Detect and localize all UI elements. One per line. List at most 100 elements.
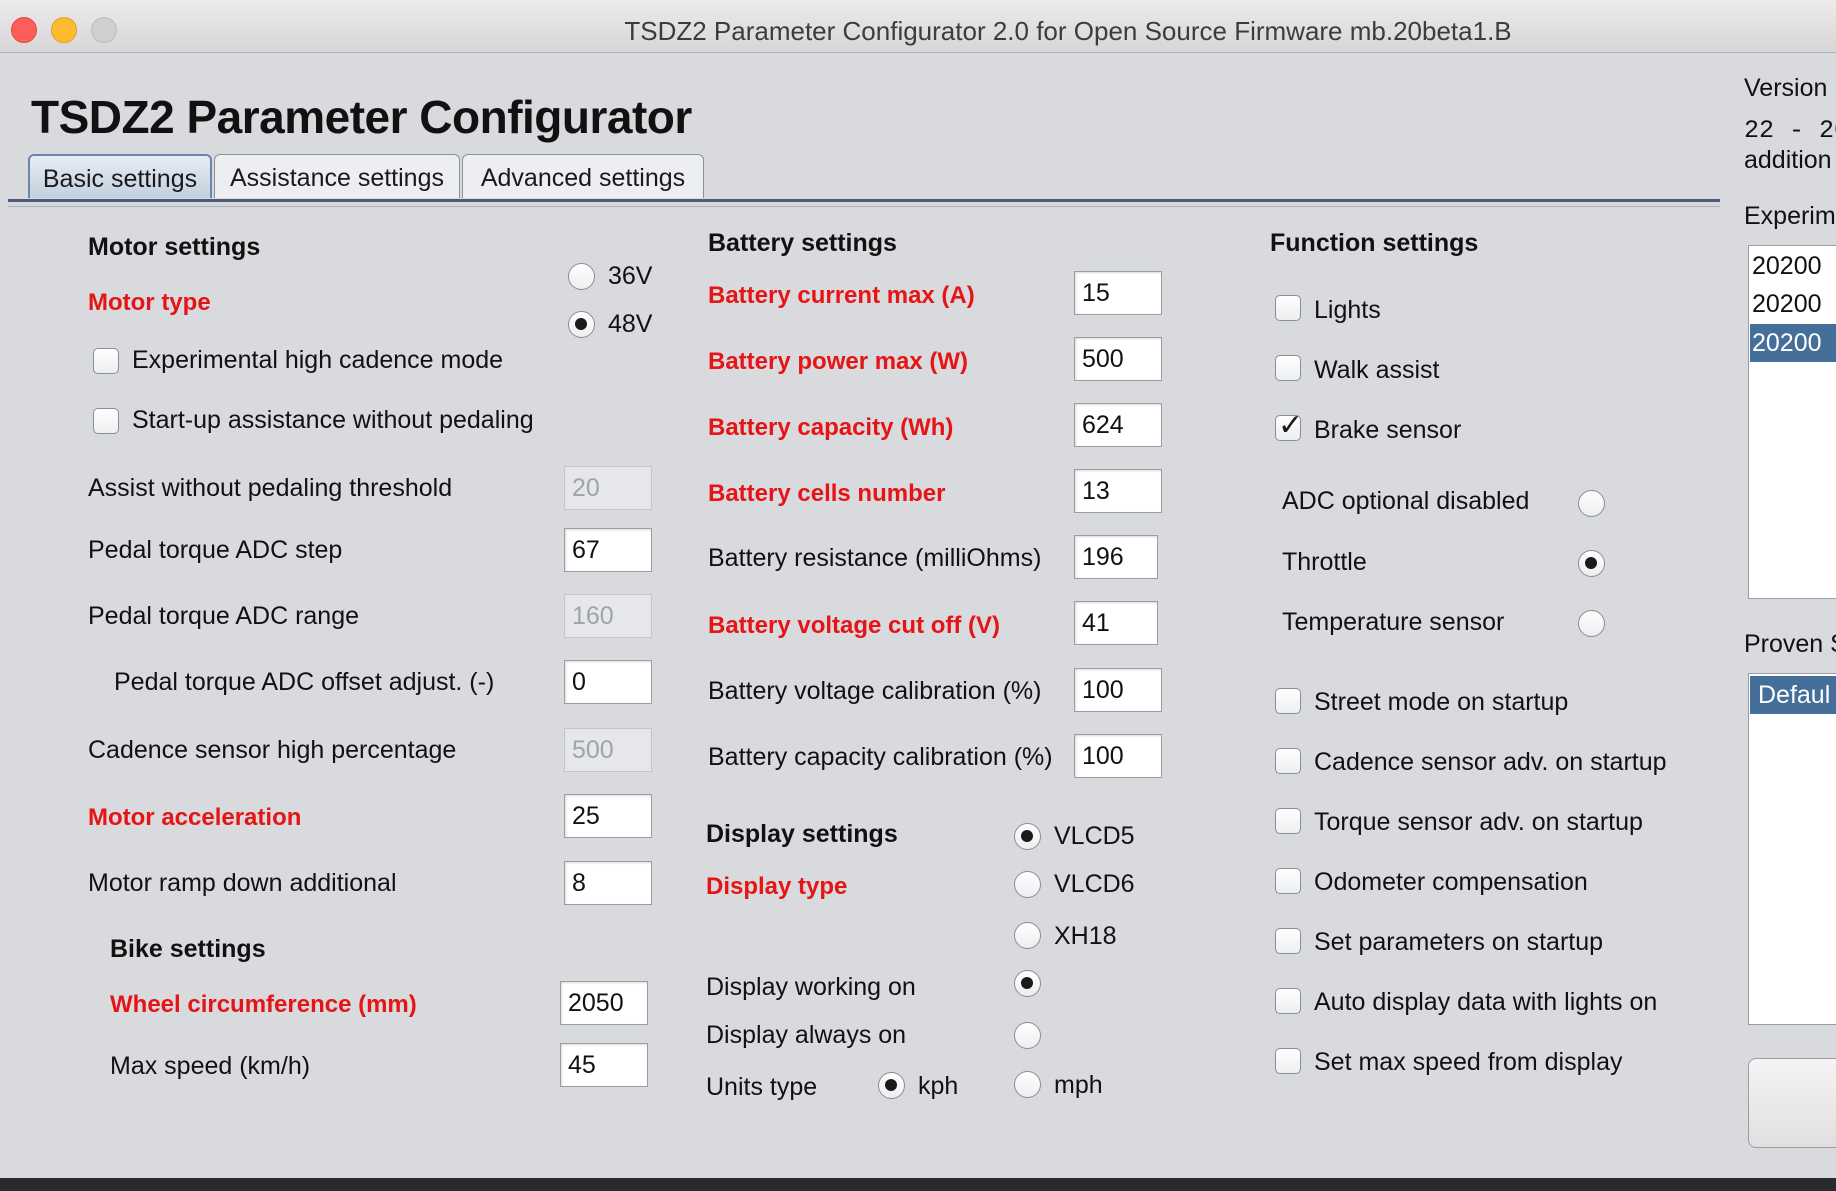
- torque-adv-checkbox[interactable]: [1275, 808, 1301, 834]
- voltage-36v-radio[interactable]: [568, 263, 595, 290]
- torque-range-field: 160: [564, 594, 652, 638]
- version-line-1: 22 - 20: [1744, 116, 1836, 145]
- startup-assist-checkbox[interactable]: [93, 408, 119, 434]
- voltage-48v-label: 48V: [608, 310, 653, 338]
- adc-disabled-radio[interactable]: [1578, 490, 1605, 517]
- battery-resistance-label: Battery resistance (milliOhms): [708, 544, 1042, 572]
- battery-cells-label: Battery cells number: [708, 480, 946, 507]
- wheel-circumference-field[interactable]: 2050: [560, 981, 648, 1025]
- max-speed-label: Max speed (km/h): [110, 1052, 311, 1080]
- version-line-2: addition: [1744, 146, 1832, 174]
- display-always-on-radio[interactable]: [1014, 1022, 1041, 1049]
- capacity-calibration-field[interactable]: 100: [1074, 734, 1162, 778]
- function-settings-header: Function settings: [1270, 229, 1479, 257]
- units-mph-radio[interactable]: [1014, 1071, 1041, 1098]
- throttle-radio[interactable]: [1578, 550, 1605, 577]
- voltage-calibration-field[interactable]: 100: [1074, 668, 1162, 712]
- walk-assist-label: Walk assist: [1314, 356, 1440, 384]
- battery-cutoff-label: Battery voltage cut off (V): [708, 612, 1001, 639]
- odometer-label: Odometer compensation: [1314, 868, 1588, 896]
- experimental-cadence-checkbox[interactable]: [93, 348, 119, 374]
- set-max-speed-checkbox[interactable]: [1275, 1048, 1301, 1074]
- window-title: TSDZ2 Parameter Configurator 2.0 for Ope…: [624, 16, 1512, 46]
- temperature-sensor-radio[interactable]: [1578, 610, 1605, 637]
- battery-current-label: Battery current max (A): [708, 282, 975, 309]
- set-params-checkbox[interactable]: [1275, 928, 1301, 954]
- battery-current-field[interactable]: 15: [1074, 271, 1162, 315]
- motor-type-label: Motor type: [88, 289, 211, 316]
- units-kph-radio[interactable]: [878, 1072, 905, 1099]
- battery-settings-header: Battery settings: [708, 229, 897, 257]
- app-title: TSDZ2 Parameter Configurator: [31, 91, 692, 143]
- street-mode-label: Street mode on startup: [1314, 688, 1569, 716]
- walk-assist-checkbox[interactable]: [1275, 355, 1301, 381]
- tab-divider-shadow: [8, 206, 1720, 207]
- voltage-calibration-label: Battery voltage calibration (%): [708, 677, 1042, 705]
- torque-step-label: Pedal torque ADC step: [88, 536, 343, 564]
- voltage-48v-radio[interactable]: [568, 311, 595, 338]
- experimental-list-item-selected[interactable]: 20200: [1750, 324, 1836, 362]
- proven-list[interactable]: [1748, 673, 1836, 1025]
- units-kph-label: kph: [918, 1072, 959, 1100]
- voltage-36v-label: 36V: [608, 262, 653, 290]
- units-mph-label: mph: [1054, 1071, 1103, 1099]
- display-xh18-label: XH18: [1054, 922, 1117, 950]
- assist-threshold-field: 20: [564, 466, 652, 510]
- tab-basic-settings[interactable]: Basic settings: [28, 154, 212, 198]
- desktop-strip: [0, 1178, 1836, 1191]
- experimental-list-item[interactable]: 20200: [1752, 290, 1822, 319]
- street-mode-checkbox[interactable]: [1275, 688, 1301, 714]
- title-bar: TSDZ2 Parameter Configurator 2.0 for Ope…: [0, 0, 1836, 53]
- lights-label: Lights: [1314, 296, 1381, 324]
- display-working-on-radio[interactable]: [1014, 970, 1041, 997]
- set-params-label: Set parameters on startup: [1314, 928, 1604, 956]
- brake-sensor-label: Brake sensor: [1314, 416, 1462, 444]
- lights-checkbox[interactable]: [1275, 295, 1301, 321]
- auto-display-checkbox[interactable]: [1275, 988, 1301, 1014]
- temperature-sensor-label: Temperature sensor: [1282, 608, 1505, 636]
- right-panel-button[interactable]: [1748, 1058, 1836, 1148]
- cadence-high-label: Cadence sensor high percentage: [88, 736, 457, 764]
- battery-power-field[interactable]: 500: [1074, 337, 1162, 381]
- auto-display-label: Auto display data with lights on: [1314, 988, 1658, 1016]
- ramp-down-field[interactable]: 8: [564, 861, 652, 905]
- motor-acceleration-label: Motor acceleration: [88, 804, 302, 831]
- torque-offset-field[interactable]: 0: [564, 660, 652, 704]
- proven-list-item-selected[interactable]: Defaul: [1750, 676, 1836, 714]
- brake-sensor-checkbox[interactable]: [1275, 408, 1303, 443]
- version-label: Version: [1744, 74, 1828, 102]
- motor-acceleration-field[interactable]: 25: [564, 794, 652, 838]
- display-vlcd6-label: VLCD6: [1054, 870, 1135, 898]
- torque-adv-label: Torque sensor adv. on startup: [1314, 808, 1643, 836]
- tab-assistance-settings[interactable]: Assistance settings: [214, 154, 460, 198]
- display-vlcd6-radio[interactable]: [1014, 871, 1041, 898]
- cadence-high-field: 500: [564, 728, 652, 772]
- torque-range-label: Pedal torque ADC range: [88, 602, 360, 630]
- proven-label: Proven S: [1744, 630, 1836, 658]
- experimental-label: Experim: [1744, 202, 1836, 230]
- torque-offset-label: Pedal torque ADC offset adjust. (-): [114, 668, 495, 696]
- display-always-on-label: Display always on: [706, 1021, 907, 1049]
- motor-settings-header: Motor settings: [88, 233, 261, 261]
- experimental-list-item[interactable]: 20200: [1752, 252, 1822, 281]
- display-xh18-radio[interactable]: [1014, 922, 1041, 949]
- odometer-checkbox[interactable]: [1275, 868, 1301, 894]
- startup-assist-label: Start-up assistance without pedaling: [132, 406, 534, 434]
- adc-disabled-label: ADC optional disabled: [1282, 487, 1530, 515]
- display-vlcd5-radio[interactable]: [1014, 823, 1041, 850]
- ramp-down-label: Motor ramp down additional: [88, 869, 397, 897]
- experimental-cadence-label: Experimental high cadence mode: [132, 346, 504, 374]
- max-speed-field[interactable]: 45: [560, 1043, 648, 1087]
- battery-resistance-field[interactable]: 196: [1074, 535, 1158, 579]
- torque-step-field[interactable]: 67: [564, 528, 652, 572]
- bike-settings-header: Bike settings: [110, 935, 266, 963]
- display-vlcd5-label: VLCD5: [1054, 822, 1135, 850]
- battery-capacity-field[interactable]: 624: [1074, 403, 1162, 447]
- cadence-adv-label: Cadence sensor adv. on startup: [1314, 748, 1667, 776]
- display-working-on-label: Display working on: [706, 973, 916, 1001]
- cadence-adv-checkbox[interactable]: [1275, 748, 1301, 774]
- battery-power-label: Battery power max (W): [708, 348, 969, 375]
- battery-cells-field[interactable]: 13: [1074, 469, 1162, 513]
- tab-advanced-settings[interactable]: Advanced settings: [462, 154, 704, 198]
- battery-cutoff-field[interactable]: 41: [1074, 601, 1158, 645]
